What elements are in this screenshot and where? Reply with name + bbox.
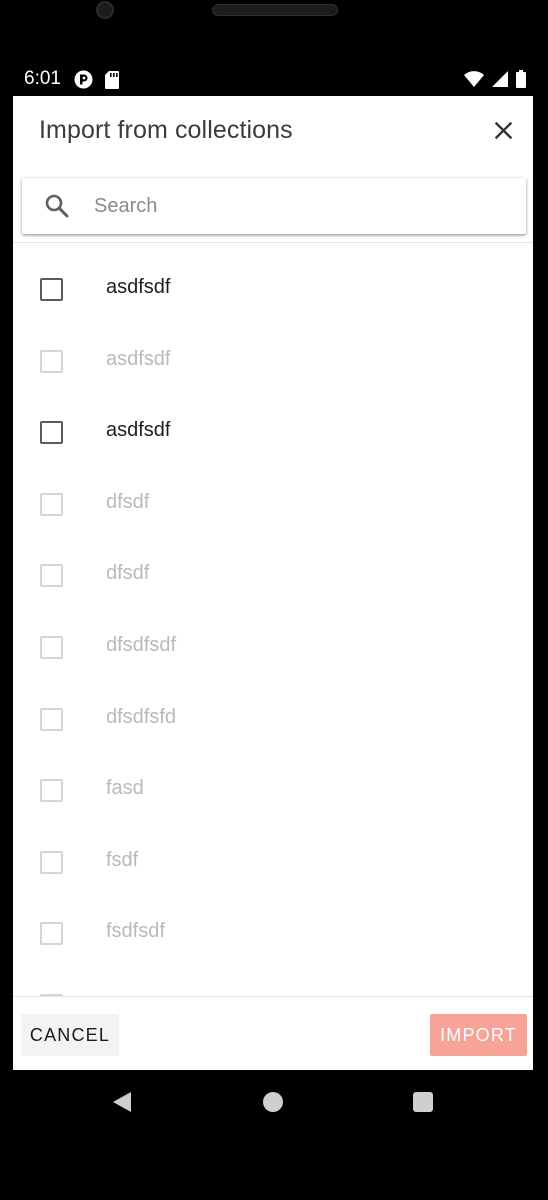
list-item-label: asdfsdf xyxy=(106,276,171,298)
list-item: dfsdf xyxy=(13,540,533,611)
battery-icon xyxy=(516,70,526,93)
list-item-label: fasd xyxy=(106,777,144,800)
home-icon[interactable] xyxy=(263,1092,283,1112)
checkbox xyxy=(40,922,63,946)
tracker-app-icon xyxy=(74,70,93,94)
status-right-icons xyxy=(464,70,526,93)
list-item-label: fsdfsdf xyxy=(106,920,165,943)
checkbox xyxy=(40,564,63,588)
checkbox xyxy=(40,492,63,516)
search-box xyxy=(22,178,526,234)
status-time: 6:01 xyxy=(24,68,61,89)
list-item-label: dfsdf xyxy=(106,562,150,585)
front-camera xyxy=(96,1,114,19)
status-left-icons xyxy=(74,70,119,94)
list-item-label: dfsdfsdf xyxy=(106,634,177,656)
navigation-bar xyxy=(0,1070,548,1140)
import-button[interactable]: IMPORT xyxy=(430,1014,527,1056)
list-item-label: asdfsdf xyxy=(106,419,171,442)
search-icon xyxy=(44,193,70,219)
list-item: fsdf xyxy=(13,827,533,898)
dialog-title: Import from collections xyxy=(39,116,293,144)
list-item: asdfsdf xyxy=(13,326,533,397)
checkbox[interactable] xyxy=(40,421,63,445)
list-item-label: fsdf xyxy=(106,848,139,871)
wifi-icon xyxy=(464,71,484,92)
sd-card-icon xyxy=(105,70,119,94)
collections-list[interactable]: asdfsdf asdfsdf asdfsdf dfsdf dfsdf dfsd… xyxy=(13,254,533,996)
cancel-button[interactable]: CANCEL xyxy=(21,1014,119,1056)
recents-icon[interactable] xyxy=(413,1092,433,1112)
status-bar: 6:01 xyxy=(0,64,548,96)
import-dialog: Import from collections asdfsdf asdfsdf xyxy=(13,96,533,1070)
list-bottom-divider xyxy=(13,996,533,997)
list-item: dfsdf xyxy=(13,469,533,540)
list-item[interactable]: asdfsdf xyxy=(13,254,533,325)
list-item: fasd xyxy=(13,755,533,826)
checkbox[interactable] xyxy=(40,278,63,301)
list-item: dfsdfsfd xyxy=(13,684,533,755)
checkbox xyxy=(40,850,63,874)
checkbox xyxy=(40,636,63,659)
list-item-partial xyxy=(13,970,533,996)
close-icon xyxy=(494,121,512,144)
checkbox xyxy=(40,349,63,373)
checkbox xyxy=(40,707,63,731)
list-item-label: dfsdfsfd xyxy=(106,705,177,728)
earpiece-speaker xyxy=(212,4,338,16)
checkbox xyxy=(40,779,63,803)
search-input[interactable] xyxy=(94,186,514,226)
list-item: fsdfsdf xyxy=(13,898,533,969)
list-item[interactable]: asdfsdf xyxy=(13,397,533,468)
list-item-label: asdfsdf xyxy=(106,347,171,370)
close-button[interactable] xyxy=(489,119,517,147)
list-item: dfsdfsdf xyxy=(13,612,533,683)
list-item-label: dfsdf xyxy=(106,490,150,513)
list-top-divider xyxy=(13,242,533,243)
cell-signal-icon xyxy=(492,71,508,92)
back-icon[interactable] xyxy=(112,1091,132,1118)
